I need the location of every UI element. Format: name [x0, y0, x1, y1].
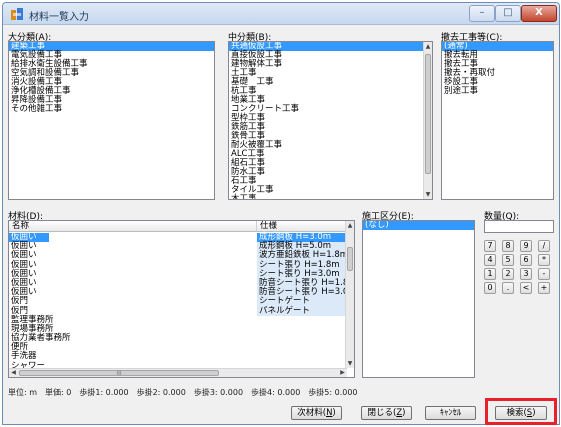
middle-category-item[interactable]: タイル工事: [229, 186, 432, 195]
next-material-button[interactable]: 次材料(N): [291, 406, 342, 420]
material-name-cell[interactable]: 手洗器: [9, 352, 257, 361]
window-title: 材料一覧入力: [29, 12, 89, 23]
material-name-cell[interactable]: 仮囲い: [9, 251, 257, 260]
material-name-cell[interactable]: 便所: [9, 343, 257, 352]
material-name-cell[interactable]: 協力業者事務所: [9, 333, 257, 343]
materials-vscrollbar[interactable]: ▲ ▼: [345, 221, 354, 368]
removal-work-list[interactable]: (通常) 撤去転用 撤去工事 撤去・再取付 移設工事 別途工事: [441, 41, 554, 200]
middle-category-item[interactable]: 建物解体工事: [229, 60, 432, 69]
keypad-key[interactable]: 1: [484, 268, 496, 280]
scroll-thumb[interactable]: [425, 54, 431, 174]
material-name-cell[interactable]: 仮囲い: [9, 288, 257, 297]
material-name-cell[interactable]: 仮囲い: [9, 260, 257, 270]
keypad-key[interactable]: <: [520, 282, 532, 294]
construction-division-item[interactable]: (なし): [363, 221, 474, 230]
material-spec-cell[interactable]: [257, 325, 347, 334]
scroll-up-icon[interactable]: ▲: [424, 42, 432, 51]
scroll-left-icon[interactable]: ◀: [9, 369, 18, 377]
status-bar: 単位: m 単価: 0 歩掛1: 0.000 歩掛2: 0.000 歩掛3: 0…: [8, 388, 358, 397]
material-name-cell[interactable]: 仮門: [9, 297, 257, 306]
middle-category-item[interactable]: 防水工事: [229, 168, 432, 177]
scroll-thumb[interactable]: III: [19, 370, 219, 377]
keypad-key[interactable]: /: [538, 240, 550, 252]
removal-work-item[interactable]: 別途工事: [442, 87, 553, 96]
search-button[interactable]: 検索(S): [495, 406, 547, 420]
keypad-key[interactable]: 6: [520, 254, 532, 266]
scroll-thumb[interactable]: [347, 247, 353, 271]
major-category-list[interactable]: 建築工事 電気設備工事 給排水衛生設備工事 空気調和設備工事 消火設備工事 浄化槽設備工事…: [8, 41, 215, 200]
name-column-header[interactable]: 名称: [9, 221, 257, 232]
keypad-key[interactable]: +: [538, 282, 550, 294]
materials-hscrollbar[interactable]: ◀ III ▶: [9, 368, 347, 377]
keypad-key[interactable]: -: [538, 268, 550, 280]
keypad-key[interactable]: 0: [484, 282, 496, 294]
app-icon: [11, 8, 23, 20]
scroll-up-icon[interactable]: ▲: [346, 221, 354, 230]
close-button[interactable]: 閉じる(Z): [361, 406, 412, 420]
construction-division-list[interactable]: (なし): [362, 220, 475, 378]
scroll-down-icon[interactable]: ▼: [346, 359, 354, 368]
keypad-key[interactable]: 8: [502, 240, 514, 252]
major-category-item[interactable]: その他雑工事: [9, 105, 214, 114]
material-name-cell[interactable]: 仮囲い: [9, 269, 257, 279]
spec-column-header[interactable]: 仕様: [257, 221, 347, 232]
keypad-key[interactable]: .: [502, 282, 514, 294]
material-spec-cell[interactable]: [257, 316, 347, 325]
middle-list-scrollbar[interactable]: ▲ ▼: [423, 42, 432, 199]
quantity-input[interactable]: [484, 220, 554, 233]
title-bar[interactable]: 材料一覧入力 – □ X: [3, 3, 559, 25]
material-spec-cell[interactable]: [257, 352, 347, 361]
maximize-button[interactable]: □: [495, 5, 521, 22]
material-name-cell[interactable]: 仮囲い: [9, 242, 257, 251]
scroll-right-icon[interactable]: ▶: [338, 369, 347, 377]
material-name-cell[interactable]: 仮囲い: [9, 278, 257, 288]
middle-category-item[interactable]: 基礎 工事: [229, 78, 432, 87]
cancel-button[interactable]: ｷｬﾝｾﾙ: [425, 406, 476, 420]
keypad-key[interactable]: 5: [502, 254, 514, 266]
materials-list[interactable]: 名称 仕様 仮囲い 仮囲い 仮囲い 仮囲い 仮囲い 仮囲い 仮囲い 仮門 仮門 監理事務所 現場事務…: [8, 220, 355, 378]
keypad-key[interactable]: *: [538, 254, 550, 266]
keypad-key[interactable]: 7: [484, 240, 496, 252]
material-spec-cell[interactable]: [257, 334, 347, 343]
keypad-key[interactable]: 4: [484, 254, 496, 266]
keypad-key[interactable]: 2: [502, 268, 514, 280]
middle-category-item[interactable]: 木工事: [229, 195, 432, 200]
scroll-down-icon[interactable]: ▼: [424, 190, 432, 199]
keypad-key[interactable]: 9: [520, 240, 532, 252]
material-spec-cell[interactable]: [257, 343, 347, 352]
minimize-button[interactable]: –: [469, 5, 495, 22]
close-window-button[interactable]: X: [521, 5, 557, 22]
middle-category-list[interactable]: 共通仮設工事 直接仮設工事 建物解体工事 土工事 基礎 工事 杭工事 地業工事 コンクリート工…: [228, 41, 433, 200]
material-spec-cell[interactable]: パネルゲート: [257, 306, 347, 316]
keypad-key[interactable]: 3: [520, 268, 532, 280]
